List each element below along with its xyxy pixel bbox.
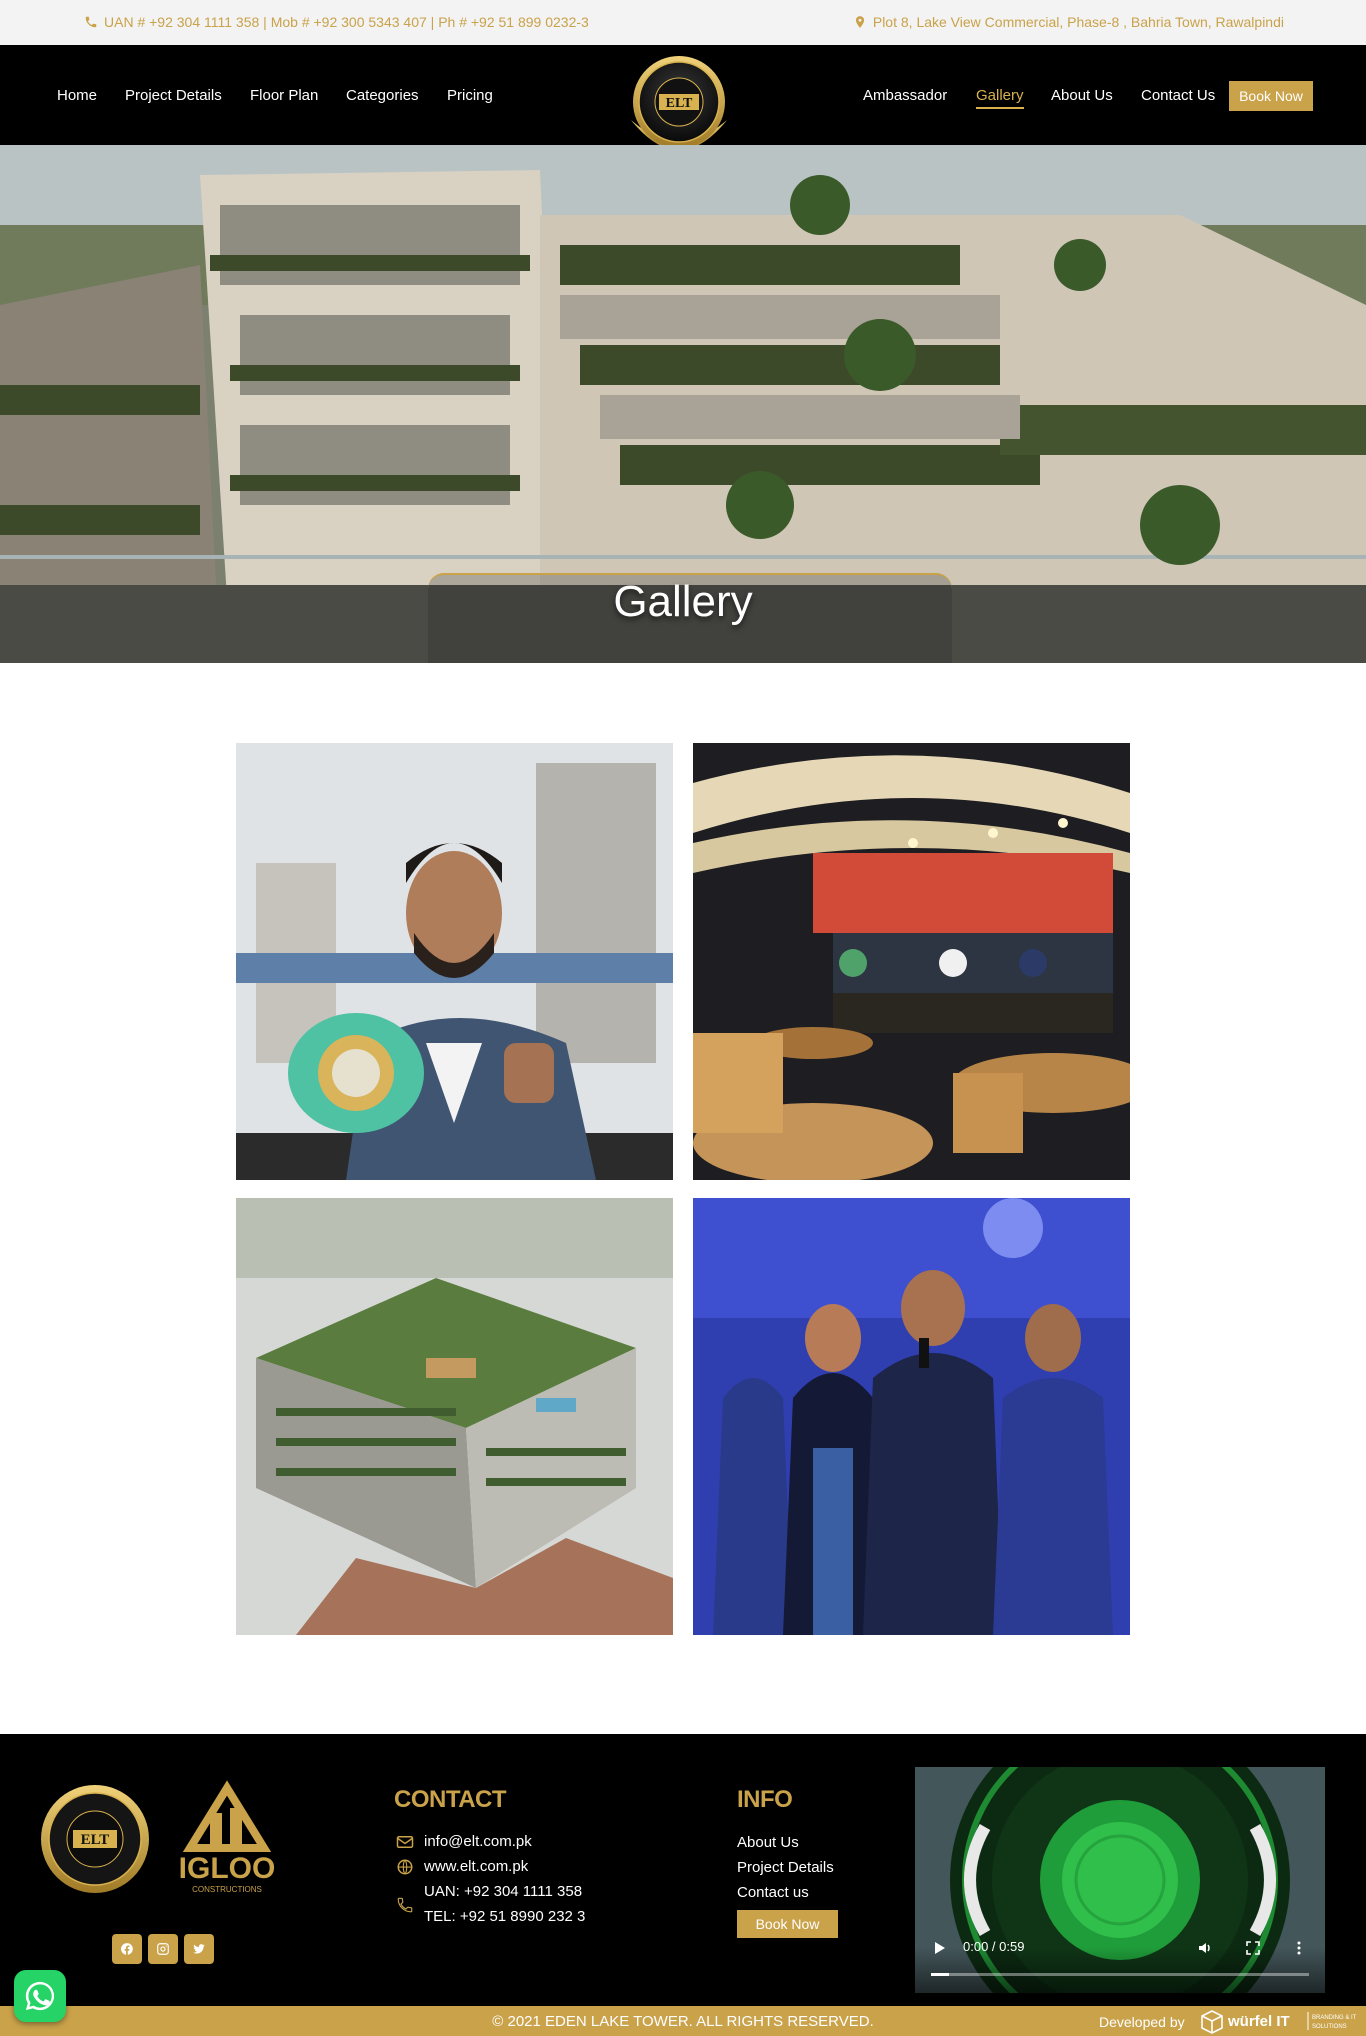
video-progress-bar[interactable] [931, 1973, 1309, 1976]
promo-video-player[interactable]: 0:00 / 0:59 [915, 1767, 1325, 1993]
social-links [112, 1934, 214, 1964]
contact-website[interactable]: www.elt.com.pk [424, 1858, 528, 1875]
gallery-image-aerial-render[interactable] [236, 1198, 673, 1635]
gallery-grid [236, 743, 1130, 1635]
svg-text:SOLUTIONS: SOLUTIONS [1312, 2024, 1347, 2030]
developed-by-label: Developed by [1099, 2014, 1185, 2030]
footer-book-now-button[interactable]: Book Now [737, 1910, 838, 1938]
more-options-icon[interactable] [1291, 1940, 1307, 1956]
envelope-icon [396, 1836, 414, 1848]
contact-uan: UAN: +92 304 1111 358 [424, 1883, 583, 1900]
instagram-icon [157, 1943, 169, 1955]
info-link-project-details[interactable]: Project Details [737, 1859, 834, 1876]
nav-about-us[interactable]: About Us [1051, 87, 1113, 104]
footer-igloo-logo[interactable]: IGLOO CONSTRUCTIONS [160, 1778, 295, 1898]
instagram-link[interactable] [148, 1934, 178, 1964]
contact-tel: TEL: +92 51 8990 232 3 [424, 1908, 586, 1925]
phone-numbers: UAN # +92 304 1111 358 | Mob # +92 300 5… [104, 14, 589, 30]
info-link-contact-us[interactable]: Contact us [737, 1884, 809, 1901]
svg-text:ELT: ELT [666, 96, 693, 111]
gallery-image-boxer[interactable] [236, 743, 673, 1180]
nav-ambassador[interactable]: Ambassador [863, 87, 947, 104]
book-now-button[interactable]: Book Now [1229, 81, 1313, 111]
whatsapp-icon [25, 1981, 55, 2011]
address-text: Plot 8, Lake View Commercial, Phase-8 , … [872, 14, 1284, 30]
svg-text:BRANDING & IT: BRANDING & IT [1312, 2015, 1357, 2021]
globe-icon [397, 1859, 413, 1875]
volume-icon[interactable] [1197, 1940, 1213, 1956]
nav-floor-plan[interactable]: Floor Plan [250, 87, 318, 104]
footer-elt-logo[interactable]: ELT [40, 1784, 150, 1894]
fullscreen-icon[interactable] [1245, 1940, 1261, 1956]
facebook-icon [121, 1943, 133, 1955]
hero-banner: Gallery [0, 145, 1366, 663]
gallery-image-event[interactable] [693, 1198, 1130, 1635]
nav-pricing[interactable]: Pricing [447, 87, 493, 104]
info-heading: INFO [737, 1786, 793, 1813]
location-pin-icon [855, 16, 864, 28]
contact-email[interactable]: info@elt.com.pk [424, 1833, 532, 1850]
facebook-link[interactable] [112, 1934, 142, 1964]
page-title: Gallery [613, 577, 753, 626]
phone-icon [397, 1897, 413, 1913]
nav-project-details[interactable]: Project Details [125, 87, 222, 104]
phone-icon [85, 16, 97, 28]
gallery-image-restaurant[interactable] [693, 743, 1130, 1180]
video-time: 0:00 / 0:59 [963, 1939, 1025, 1954]
info-link-about-us[interactable]: About Us [737, 1834, 799, 1851]
play-icon[interactable] [931, 1940, 947, 1956]
nav-gallery[interactable]: Gallery [976, 87, 1024, 109]
nav-contact-us[interactable]: Contact Us [1141, 87, 1215, 104]
svg-text:ELT: ELT [81, 1832, 110, 1848]
wurfel-it-logo[interactable]: würfel IT BRANDING & IT SOLUTIONS [1198, 2008, 1366, 2034]
nav-categories[interactable]: Categories [346, 87, 419, 104]
nav-home[interactable]: Home [57, 87, 97, 104]
top-info-bar: UAN # +92 304 1111 358 | Mob # +92 300 5… [0, 0, 1366, 45]
address-info: Plot 8, Lake View Commercial, Phase-8 , … [853, 14, 1284, 30]
phone-info: UAN # +92 304 1111 358 | Mob # +92 300 5… [84, 14, 589, 30]
contact-heading: CONTACT [394, 1786, 507, 1813]
svg-text:IGLOO: IGLOO [179, 1852, 276, 1885]
twitter-link[interactable] [184, 1934, 214, 1964]
svg-text:CONSTRUCTIONS: CONSTRUCTIONS [192, 1885, 262, 1894]
copyright-bar: © 2021 EDEN LAKE TOWER. ALL RIGHTS RESER… [0, 2006, 1366, 2036]
svg-text:würfel IT: würfel IT [1227, 2013, 1290, 2030]
whatsapp-button[interactable] [14, 1970, 66, 2022]
twitter-icon [193, 1944, 205, 1954]
